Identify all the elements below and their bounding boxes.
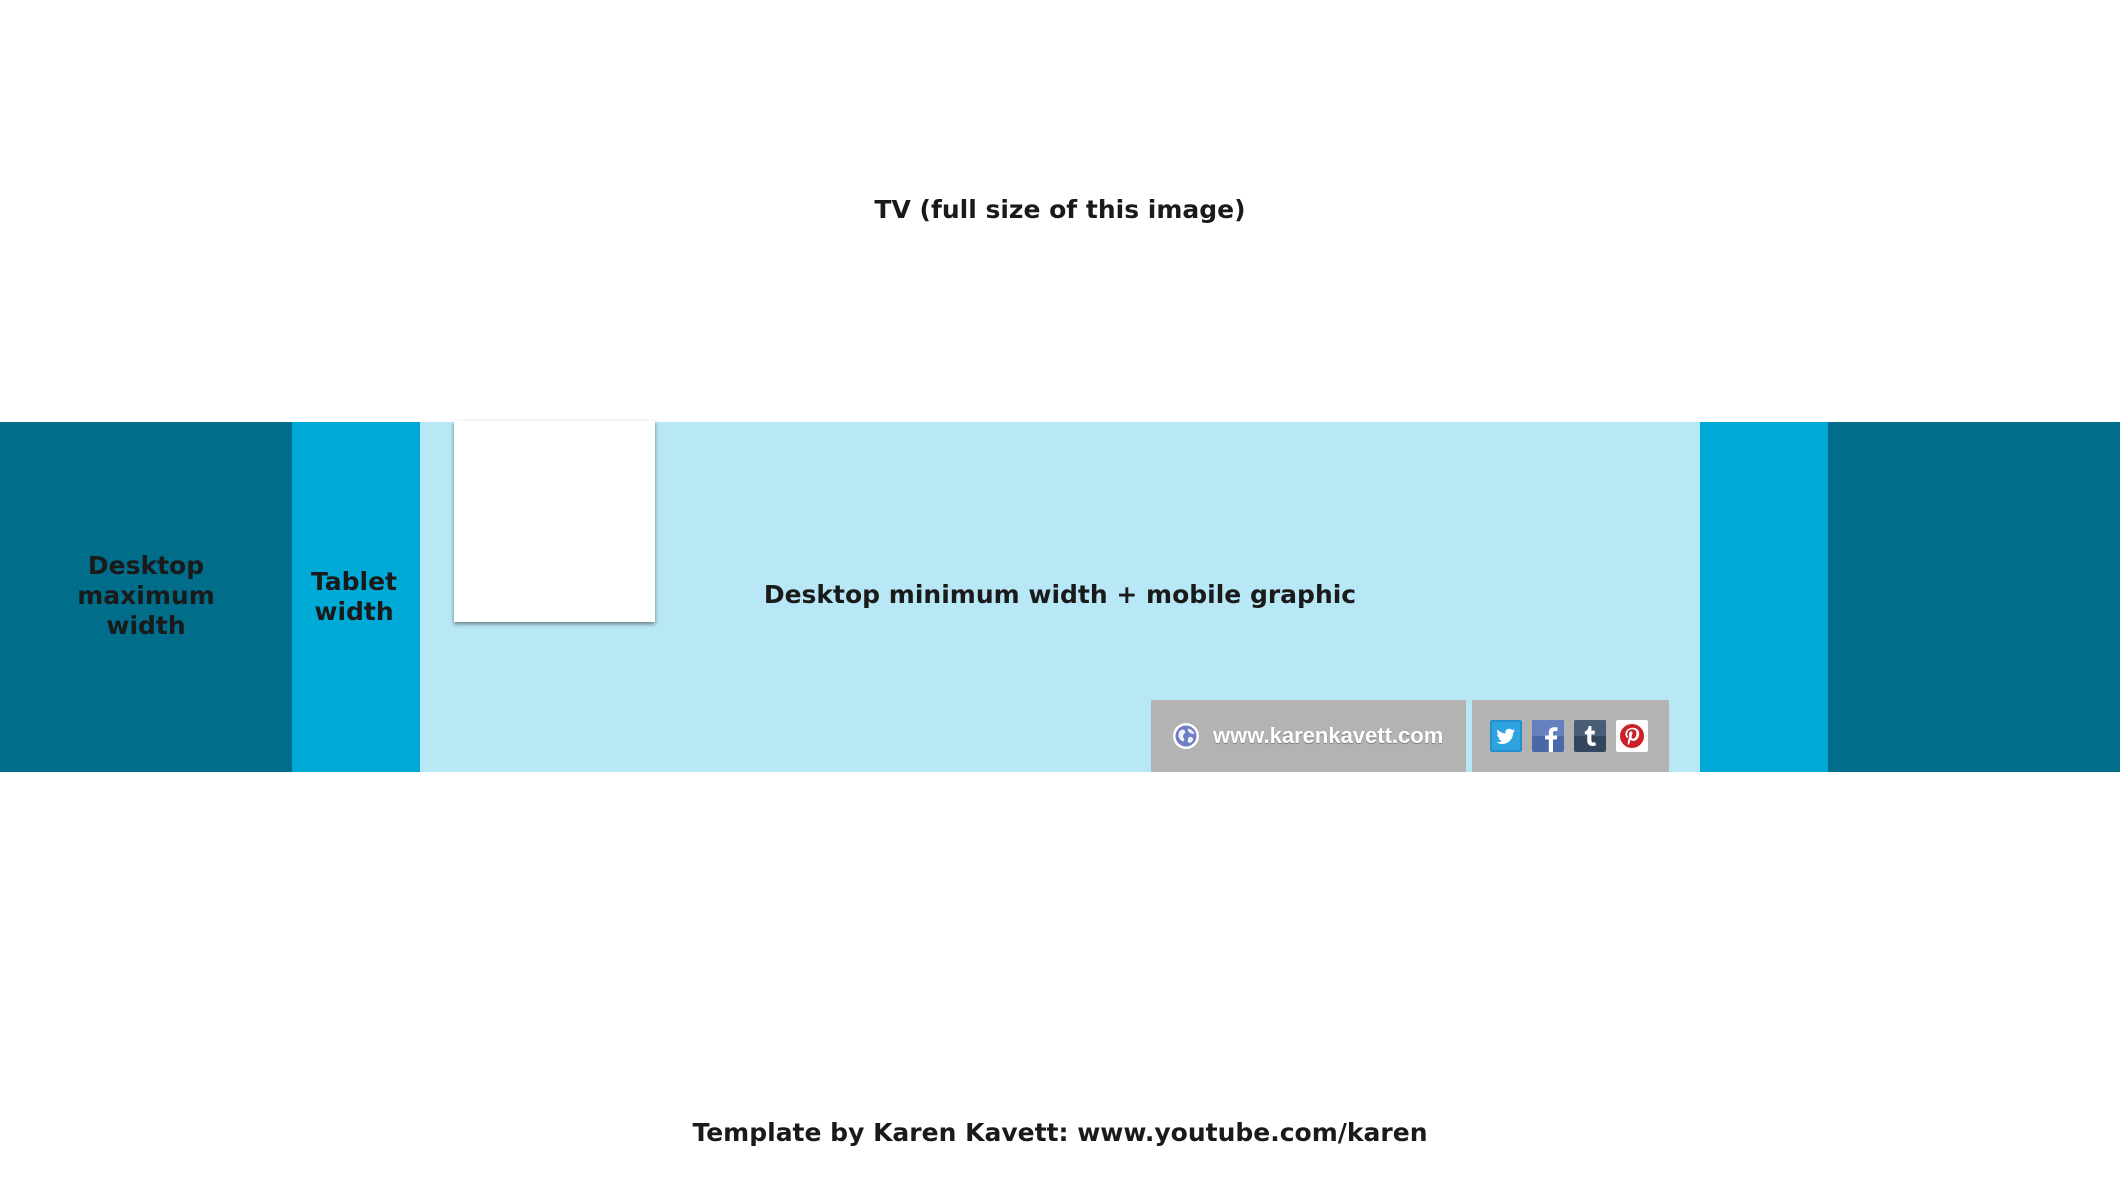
pinterest-icon[interactable]: [1616, 720, 1648, 752]
tablet-label: Tablet width: [310, 567, 398, 626]
desktop-max-label: Desktop maximum width: [77, 551, 215, 640]
profile-picture-placeholder: [454, 421, 655, 622]
template-credit: Template by Karen Kavett: www.youtube.co…: [692, 1118, 1428, 1147]
tablet-zone-right: [1700, 422, 1828, 772]
facebook-icon[interactable]: [1532, 720, 1564, 752]
tumblr-icon[interactable]: [1574, 720, 1606, 752]
twitter-icon[interactable]: [1490, 720, 1522, 752]
social-links-bar: [1472, 700, 1669, 772]
globe-icon: [1173, 723, 1199, 749]
website-link[interactable]: www.karenkavett.com: [1151, 700, 1466, 772]
desktop-max-zone-right: [1828, 422, 2120, 772]
tv-area-label: TV (full size of this image): [874, 195, 1246, 224]
website-url: www.karenkavett.com: [1213, 723, 1444, 748]
